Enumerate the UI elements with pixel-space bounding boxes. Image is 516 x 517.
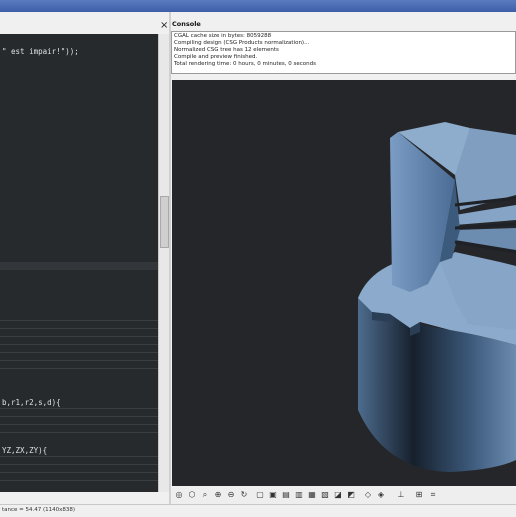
- view-front-icon[interactable]: ▦: [307, 490, 317, 500]
- status-bar: tance = 54.47 (1140x838): [0, 504, 516, 517]
- 3d-model-view: [358, 122, 516, 472]
- view-top-icon[interactable]: ▣: [268, 490, 278, 500]
- code-line: b,r1,r2,s,d){: [2, 398, 61, 407]
- console-line: Normalized CSG tree has 12 elements: [174, 47, 279, 53]
- editor-rule: [0, 424, 158, 425]
- console-line: Compiling design (CSG Products normaliza…: [174, 40, 310, 46]
- editor-rule: [0, 336, 158, 337]
- editor-rule: [0, 456, 158, 457]
- zoom-out-icon[interactable]: ⊖: [226, 490, 236, 500]
- editor-rule: [0, 480, 158, 481]
- editor-rule: [0, 352, 158, 353]
- view-bottom-icon[interactable]: ▤: [281, 490, 291, 500]
- window-title-bar: [0, 0, 516, 12]
- view-right-icon[interactable]: ▢: [255, 490, 265, 500]
- reset-view-icon[interactable]: ↻: [239, 490, 249, 500]
- zoom-all-icon[interactable]: ⌕: [200, 490, 210, 500]
- editor-rule: [0, 320, 158, 321]
- console-line: Total rendering time: 0 hours, 0 minutes…: [174, 61, 316, 67]
- view-left-icon[interactable]: ▥: [294, 490, 304, 500]
- editor-rule: [0, 360, 158, 361]
- editor-rule: [0, 472, 158, 473]
- scrollbar-thumb[interactable]: [160, 196, 169, 248]
- console-title: Console: [172, 20, 201, 28]
- orthographic-icon[interactable]: ◈: [376, 490, 386, 500]
- editor-header: ×: [0, 20, 169, 32]
- editor-rule: [0, 368, 158, 369]
- editor-scrollbar[interactable]: [158, 34, 169, 492]
- render-icon[interactable]: ◎: [174, 490, 184, 500]
- view-diagonal-icon[interactable]: ◪: [333, 490, 343, 500]
- preview-icon[interactable]: ⬡: [187, 490, 197, 500]
- editor-rule: [0, 344, 158, 345]
- status-text: tance = 54.47 (1140x838): [2, 507, 76, 513]
- perspective-icon[interactable]: ◇: [363, 490, 373, 500]
- view-center-icon[interactable]: ◩: [346, 490, 356, 500]
- editor-rule: [0, 328, 158, 329]
- console-line: Compile and preview finished.: [174, 54, 258, 60]
- show-edges-icon[interactable]: ⌗: [428, 490, 438, 500]
- panel-splitter[interactable]: [169, 12, 171, 504]
- editor-rule: [0, 416, 158, 417]
- show-scale-icon[interactable]: ⊞: [414, 490, 424, 500]
- code-editor[interactable]: " est impair!")); b,r1,r2,s,d){ YZ,ZX,ZY…: [0, 34, 158, 492]
- code-line: " est impair!"));: [2, 47, 79, 56]
- code-line: YZ,ZX,ZY){: [2, 446, 48, 455]
- current-line-highlight: [0, 262, 158, 270]
- view-back-icon[interactable]: ▧: [320, 490, 330, 500]
- editor-rule: [0, 464, 158, 465]
- editor-rule: [0, 432, 158, 433]
- show-axes-icon[interactable]: ⊥: [396, 490, 406, 500]
- 3d-viewport[interactable]: [172, 80, 516, 486]
- console-line: CGAL cache size in bytes: 8059288: [174, 33, 272, 39]
- editor-rule: [0, 408, 158, 409]
- view-toolbar: ◎ ⬡ ⌕ ⊕ ⊖ ↻ ▢ ▣ ▤ ▥ ▦ ▧ ◪ ◩ ◇ ◈ ⊥ ⊞ ⌗: [172, 488, 516, 504]
- zoom-in-icon[interactable]: ⊕: [213, 490, 223, 500]
- console-output[interactable]: CGAL cache size in bytes: 8059288 Compil…: [171, 31, 516, 74]
- close-editor-icon[interactable]: ×: [160, 20, 168, 32]
